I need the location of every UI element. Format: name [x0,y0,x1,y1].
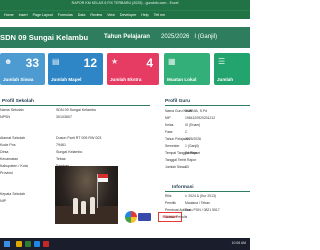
tab-formulas[interactable]: Formulas [58,13,73,17]
card-subjects-label: Jumlah Mapel [51,77,82,82]
app-icon[interactable] [43,241,49,247]
card-subjects-value: 12 [83,56,97,70]
taskbar: 10:06 AM [0,238,250,250]
grid-icon: ▦ [168,57,176,66]
card-students-value: 33 [25,56,39,70]
profile-divider [0,105,150,106]
note-value: v. 2024 & (Kur 2013) [185,194,217,198]
tab-page-layout[interactable]: Page Layout [33,13,53,17]
profile-title: Profil Sekolah [2,99,34,104]
info-value: VI (Enam) [185,123,201,127]
profile-label: Kecamatan [0,157,19,161]
tab-developer[interactable]: Developer [120,13,136,17]
logo-circle-icon [125,211,137,223]
info-value: 2025/2026 [185,137,202,141]
list-icon: ☰ [218,57,226,66]
merdeka-logo [125,211,151,223]
card-subjects[interactable]: ▤ 12 Jumlah Mapel [48,53,103,85]
tab-help[interactable]: Help [141,13,148,17]
person-figure [81,201,86,214]
card-students[interactable]: ☻ 33 Jumlah Siswa [0,53,45,85]
profile-label: Kepala Sekolah [0,192,26,196]
photo-ground [55,206,118,224]
info-value: 1 (Ganjil) [185,144,199,148]
profile-value: SDN 09 Sungai Kelambu [56,108,96,112]
profile-label: NPSN [0,115,10,119]
flag-white [98,178,108,182]
profile-label: Kabupaten / Kota [0,164,28,168]
person-figure [73,198,78,214]
year-label: Tahun Pelajaran [104,34,150,40]
tab-view[interactable]: View [107,13,115,17]
profile-value: Tebas [56,157,66,161]
notes-title: Informasi [172,185,194,190]
info-key: Tanggal Terbit Rapor [165,158,197,162]
profile-value: Dusun Parit RT 005 RW 003 [56,136,102,140]
info-value: C [185,130,188,134]
school-name: SDN 09 Sungai Kelambu [0,33,89,42]
card-students-label: Jumlah Siswa [3,77,34,82]
info-key: Kelas [165,123,174,127]
note-key: Nomor Penulis [165,215,188,219]
card-extracurricular-value: 4 [146,56,153,70]
ribbon-tabs: Home Insert Page Layout Formulas Data Re… [4,13,165,17]
info-value: KURNIA, S.Pd [185,109,208,113]
tab-data[interactable]: Data [78,13,86,17]
window-titlebar: RAPOR KM KELAS 6 FIX TERBARU (2025) - gu… [0,0,250,10]
profile-label: Nama Sekolah [0,108,24,112]
profile-label: Provinsi [0,171,13,175]
profile-label: Kode Pos [0,143,16,147]
profile-label: Desa [0,150,9,154]
info-value: 1984120920201212 [185,116,216,120]
card-local-content-label: Muatan Lokal [167,77,197,82]
info-key: NIP [165,116,171,120]
card-total[interactable]: ☰ Jumlah [214,53,250,85]
info-title: Profil Guru [165,99,191,104]
info-key: Fase [165,130,173,134]
star-icon: ★ [111,57,119,66]
year-value: 2025/2026 I (Ganjil) [161,34,218,40]
profile-label: NIP [0,199,6,203]
school-photo [55,166,118,224]
folder-icon[interactable] [16,241,22,247]
tab-insert[interactable]: Insert [19,13,28,17]
users-icon: ☻ [4,57,13,66]
tab-review[interactable]: Review [90,13,102,17]
person-figure [90,197,95,214]
start-icon[interactable] [4,241,10,247]
profile-value: 30103607 [56,115,72,119]
card-extracurricular-label: Jumlah Ekstra [110,77,142,82]
info-key: Semester [165,144,180,148]
window-title: RAPOR KM KELAS 6 FIX TERBARU (2025) - gu… [71,1,179,5]
note-value: Maulana / Tebas [185,201,210,205]
excel-icon[interactable] [25,241,31,247]
note-key: Rilis [165,194,172,198]
logo-block-icon [138,213,151,221]
card-extracurricular[interactable]: ★ 4 Jumlah Ekstra [107,53,159,85]
profile-value: 79461 [56,143,66,147]
profile-label: Alamat Sekolah [0,136,26,140]
book-icon: ▤ [52,57,60,66]
ribbon: Home Insert Page Layout Formulas Data Re… [0,10,250,19]
school-banner: SDN 09 Sungai Kelambu Tahun Pelajaran 20… [0,27,250,48]
info-value: 33 [185,165,189,169]
info-value: Sambas [185,151,198,155]
card-total-label: Jumlah [217,77,234,82]
profile-value: Sungai Kelambu [56,150,83,154]
browser-icon[interactable] [34,241,40,247]
notes-divider [165,191,250,192]
note-value: Guru PGN / 0821 5517 [185,208,220,212]
clock: 10:06 AM [231,241,246,245]
info-key: Jumlah Siswa [165,165,186,169]
note-key: Pemilik [165,201,176,205]
card-local-content[interactable]: ▦ Muatan Lokal [164,53,210,85]
tab-tell-me[interactable]: Tell me [154,13,165,17]
tab-home[interactable]: Home [4,13,14,17]
info-divider [165,105,250,106]
